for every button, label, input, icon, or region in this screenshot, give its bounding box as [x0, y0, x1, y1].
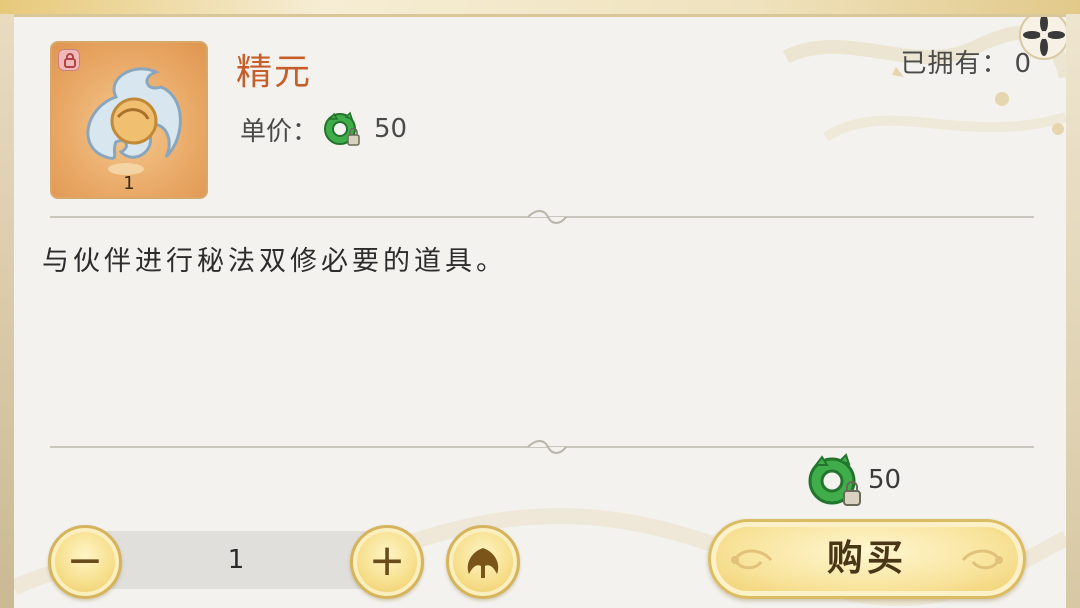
- background-right: [1064, 0, 1080, 608]
- unit-price-label: 单价：: [240, 116, 319, 147]
- total-cost-value: 50: [868, 465, 902, 495]
- swirl-decor-icon: [961, 549, 1003, 570]
- owned-count: 已拥有： 0: [900, 43, 1032, 80]
- ornate-divider: [50, 210, 1034, 224]
- total-cost: 50: [804, 449, 901, 511]
- jade-dragon-coin-icon: [324, 111, 360, 146]
- item-name: 精元: [236, 52, 313, 93]
- item-description: 与伙伴进行秘法双修必要的道具。: [42, 246, 507, 277]
- minus-icon: −: [66, 535, 104, 586]
- decrease-quantity-button[interactable]: −: [48, 525, 122, 599]
- item-icon-card: 1: [50, 41, 208, 199]
- item-purchase-panel: 1 精元 已拥有： 0 单价： 50 与伙伴进行秘法双修必要的道具。 50 1 …: [14, 14, 1066, 608]
- buy-button[interactable]: 购买: [708, 519, 1026, 599]
- plus-icon: +: [368, 535, 406, 586]
- max-quantity-button[interactable]: [446, 525, 520, 599]
- item-stack-count: 1: [123, 173, 135, 194]
- top-decor-strip: [0, 0, 1080, 14]
- sprout-arrow-icon: [467, 548, 499, 578]
- unit-price-value: 50: [374, 114, 408, 144]
- owned-label: 已拥有：: [900, 49, 1009, 79]
- quantity-stepper: 1 − +: [48, 525, 424, 599]
- owned-value: 0: [1014, 49, 1032, 79]
- increase-quantity-button[interactable]: +: [350, 525, 424, 599]
- unit-price-row: 单价： 50: [240, 109, 407, 149]
- essence-orb-icon: [86, 67, 182, 175]
- jade-dragon-coin-icon: [808, 453, 861, 506]
